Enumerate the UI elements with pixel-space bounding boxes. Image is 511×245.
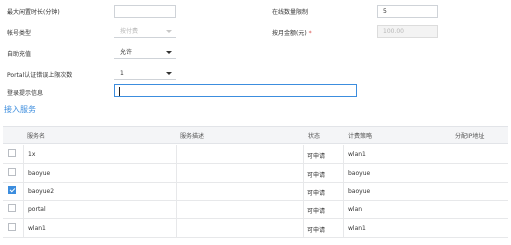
table-row[interactable]: portal 可申请 wlan [3, 200, 508, 219]
cell-billing-policy: baoyue [348, 170, 371, 177]
select-underline [114, 58, 176, 59]
select-underline [114, 37, 176, 38]
column-divider [176, 200, 177, 218]
column-divider [23, 164, 24, 182]
cell-billing-policy: wlan1 [348, 151, 366, 158]
cell-status: 可申请 [307, 153, 326, 160]
cell-billing-policy: wlan [348, 206, 363, 213]
header-status: 状态 [308, 133, 321, 140]
header-service-name: 服务名 [27, 133, 46, 140]
account-amount-text: 按月金额(元) [272, 30, 307, 37]
table-row[interactable]: baoyue 可申请 baoyue [3, 164, 508, 183]
column-divider [23, 145, 24, 163]
billing-type-value: 按付费 [120, 28, 139, 35]
self-service-label: 自助充值 [7, 51, 32, 58]
billing-type-select: 按付费 [114, 25, 176, 38]
column-divider [303, 164, 304, 182]
portal-limit-value: 1 [120, 70, 124, 77]
section-title: 接入服务 [4, 105, 36, 114]
online-limit-input[interactable]: 5 [377, 5, 438, 18]
column-divider [23, 200, 24, 218]
row-checkbox[interactable] [8, 168, 16, 176]
column-divider [303, 219, 304, 237]
required-marker: * [308, 30, 312, 37]
column-divider [176, 219, 177, 237]
login-hint-label: 登录提示信息 [7, 90, 44, 97]
cell-status: 可申请 [307, 190, 326, 197]
self-service-select[interactable]: 允许 [114, 46, 176, 59]
column-divider [343, 145, 344, 163]
column-divider [23, 219, 24, 237]
table-row[interactable]: 1x 可申请 wlan1 [3, 145, 508, 164]
row-checkbox[interactable] [8, 223, 16, 231]
text-cursor [119, 87, 120, 96]
cell-service-name: portal [28, 206, 46, 213]
billing-type-label: 帐号类型 [7, 30, 32, 37]
portal-limit-select[interactable]: 1 [114, 67, 176, 80]
max-idle-input[interactable] [114, 5, 176, 18]
table-header: 服务名 服务描述 状态 计费策略 分配IP地址 [3, 126, 508, 144]
login-hint-input[interactable] [114, 84, 357, 97]
cell-service-name: wlan1 [28, 225, 46, 232]
header-ip-address: 分配IP地址 [455, 133, 485, 140]
cell-billing-policy: wlan1 [348, 225, 366, 232]
select-underline [114, 79, 176, 80]
column-divider [343, 200, 344, 218]
chevron-down-icon [166, 72, 172, 75]
chevron-down-icon [166, 30, 172, 33]
row-checkbox[interactable] [8, 204, 16, 212]
column-divider [176, 182, 177, 200]
column-divider [303, 200, 304, 218]
max-idle-label: 最大闲置时长(分钟) [7, 9, 60, 16]
cell-status: 可申请 [307, 172, 326, 179]
column-divider [303, 145, 304, 163]
cell-service-name: 1x [28, 151, 36, 158]
table-row[interactable]: baoyue2 可申请 baoyue [3, 182, 508, 201]
portal-limit-label: Portal认证错误上限次数 [7, 72, 73, 79]
cell-service-name: baoyue2 [28, 188, 55, 195]
column-divider [303, 182, 304, 200]
row-checkbox[interactable] [8, 186, 16, 194]
account-amount-input: 100.00 [377, 25, 438, 38]
header-service-desc: 服务描述 [180, 133, 205, 140]
row-checkbox[interactable] [8, 149, 16, 157]
column-divider [176, 164, 177, 182]
online-limit-label: 在线数量限制 [272, 9, 309, 16]
column-divider [176, 145, 177, 163]
self-service-value: 允许 [120, 49, 133, 56]
chevron-down-icon [166, 51, 172, 54]
cell-status: 可申请 [307, 227, 326, 234]
column-divider [343, 219, 344, 237]
column-divider [343, 182, 344, 200]
cell-service-name: baoyue [28, 170, 51, 177]
column-divider [343, 164, 344, 182]
account-amount-label: 按月金额(元) * [272, 28, 312, 37]
column-divider [23, 182, 24, 200]
table-row[interactable]: wlan1 可申请 wlan1 [3, 219, 508, 238]
cell-status: 可申请 [307, 208, 326, 215]
header-billing-policy: 计费策略 [348, 133, 373, 140]
cell-billing-policy: baoyue [348, 188, 371, 195]
